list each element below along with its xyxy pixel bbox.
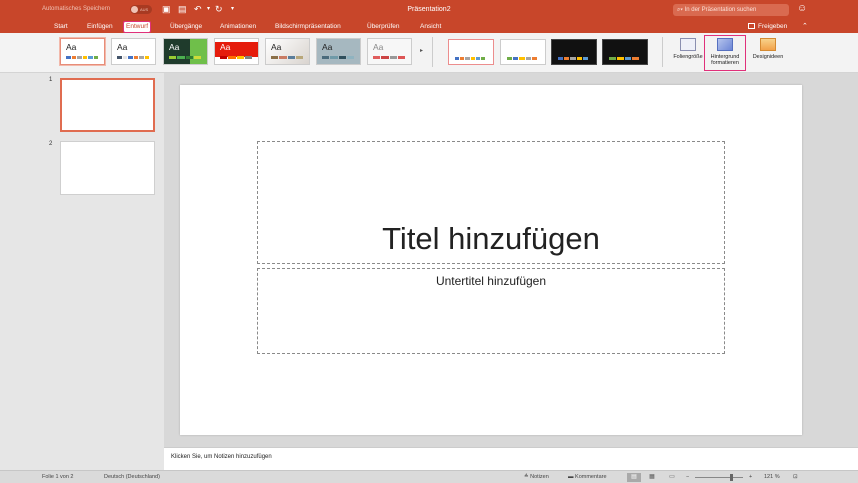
subtitle-placeholder[interactable]: Untertitel hinzufügen [257,268,725,354]
slide-thumbnail-2[interactable] [60,141,155,195]
user-icon[interactable]: ☺ [797,3,807,14]
slide-count: Folie 1 von 2 [42,474,74,480]
zoom-slider[interactable] [695,477,743,478]
theme-label: Aa [271,42,282,52]
theme-light[interactable]: Aa [265,38,310,65]
language-indicator[interactable]: Deutsch (Deutschland) [104,474,160,481]
slide-size-button[interactable]: Foliengröße [668,36,708,70]
slide-thumbnail-1[interactable] [60,78,155,132]
theme-label: Aa [66,42,77,52]
status-bar: Folie 1 von 2 Deutsch (Deutschland) ≙ No… [0,470,858,483]
variant-4[interactable] [602,39,648,65]
thumbnail-number: 2 [49,141,53,147]
slide-size-label: Foliengröße [673,54,703,60]
theme-label: Aa [220,42,231,52]
theme-label: Aa [169,42,180,52]
theme-green[interactable]: Aa [163,38,208,65]
theme-label: Aa [117,42,128,52]
slide-sorter-button[interactable]: ▦ [645,473,659,482]
tab-ansicht[interactable]: Ansicht [418,22,443,32]
tab-uebergaenge[interactable]: Übergänge [168,22,204,32]
theme-label: Aa [373,42,384,52]
variant-1[interactable] [448,39,494,65]
design-ideas-button[interactable]: Designideen [748,36,788,70]
design-ideas-icon [760,38,776,51]
zoom-slider-handle[interactable] [730,474,733,481]
title-placeholder-text: Titel hinzufügen [382,221,600,256]
notes-placeholder: Klicken Sie, um Notizen hinzuzufügen [171,454,272,460]
title-bar: Automatisches Speichern AUS ▣ ▤ ↶ ▾ ↻ ▾ … [0,0,858,20]
ribbon: Aa Aa Aa Aa Aa Aa Aa ▸ Foliengröße Hinte… [0,33,858,73]
search-placeholder: In der Präsentation suchen [684,7,757,13]
theme-label: Aa [322,42,333,52]
collapse-ribbon-icon[interactable]: ⌃ [802,22,808,32]
search-icon: ⌕▾ [677,7,683,13]
theme-office-2[interactable]: Aa [111,38,156,65]
design-ideas-label: Designideen [752,54,784,60]
format-background-icon [717,38,733,51]
zoom-percent[interactable]: 121 % [764,474,780,481]
thumbnail-number: 1 [49,77,53,83]
share-icon [748,23,755,29]
notes-toggle-label: Notizen [530,474,549,480]
normal-view-button[interactable]: ▤ [627,473,641,482]
tab-einfuegen[interactable]: Einfügen [85,22,115,32]
variant-3[interactable] [551,39,597,65]
theme-grey[interactable]: Aa [367,38,412,65]
comments-toggle[interactable]: ▬ Kommentare [568,474,607,481]
subtitle-placeholder-text: Untertitel hinzufügen [435,274,547,288]
notes-pane[interactable]: Klicken Sie, um Notizen hinzuzufügen [164,447,858,470]
ribbon-tabs: Start Einfügen Entwurf Übergänge Animati… [0,20,858,33]
tab-entwurf[interactable]: Entwurf [122,21,152,33]
slide-editor: Titel hinzufügen Untertitel hinzufügen [164,73,858,447]
tab-bildschirmpraesentation[interactable]: Bildschirmpräsentation [273,22,343,32]
fit-to-window-icon[interactable]: ⊡ [793,474,798,481]
share-button[interactable]: Freigeben [748,22,787,32]
notes-toggle[interactable]: ≙ Notizen [524,474,549,481]
tab-ueberpruefen[interactable]: Überprüfen [365,22,402,32]
slide-canvas[interactable]: Titel hinzufügen Untertitel hinzufügen [180,85,802,435]
zoom-out-button[interactable]: − [686,474,689,481]
theme-blue-grey[interactable]: Aa [316,38,361,65]
format-background-button[interactable]: Hintergrund formatieren [704,35,746,71]
comments-icon: ▬ [568,474,576,480]
theme-office[interactable]: Aa [60,38,105,65]
tab-start[interactable]: Start [52,22,70,32]
variant-2[interactable] [500,39,546,65]
theme-red[interactable]: Aa [214,38,259,65]
theme-gallery-more-icon[interactable]: ▸ [420,47,423,54]
zoom-in-button[interactable]: + [749,474,752,481]
comments-toggle-label: Kommentare [575,474,607,480]
tab-animationen[interactable]: Animationen [218,22,258,32]
search-input[interactable]: ⌕▾ In der Präsentation suchen [673,4,789,16]
title-placeholder[interactable]: Titel hinzufügen [257,141,725,264]
format-background-label-2: formatieren [711,60,739,66]
share-label: Freigeben [758,23,788,30]
slide-size-icon [680,38,696,51]
vertical-scrollbar[interactable] [810,73,820,447]
reading-view-button[interactable]: ▭ [665,473,679,482]
slide-thumbnail-pane: 1 2 [0,73,164,470]
